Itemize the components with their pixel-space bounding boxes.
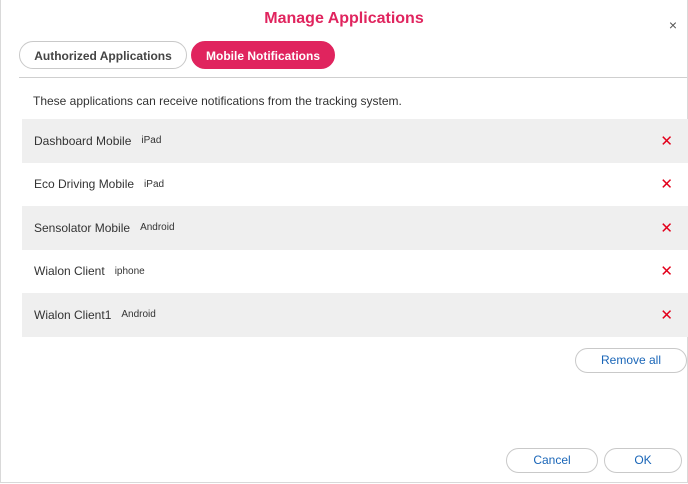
dialog-title: Manage Applications [264, 10, 424, 27]
tab-mobile-notifications[interactable]: Mobile Notifications [191, 41, 335, 69]
list-item: Wialon Client iphone ✕ [22, 249, 688, 293]
list-item: Dashboard Mobile iPad ✕ [22, 119, 688, 163]
app-name: Sensolator Mobile [34, 220, 131, 235]
delete-icon[interactable]: ✕ [660, 262, 673, 280]
app-name: Eco Driving Mobile [34, 177, 135, 192]
close-icon[interactable]: × [669, 18, 677, 32]
delete-icon[interactable]: ✕ [660, 132, 673, 150]
list-item: Wialon Client1 Android ✕ [22, 293, 688, 337]
app-platform: iPad [141, 135, 162, 147]
app-platform: Android [121, 309, 156, 321]
tab-divider [19, 77, 687, 78]
list-item: Eco Driving Mobile iPad ✕ [22, 162, 688, 206]
app-platform: Android [140, 222, 175, 234]
app-name: Dashboard Mobile [34, 133, 132, 148]
delete-icon[interactable]: ✕ [660, 175, 673, 193]
ok-button[interactable]: OK [604, 448, 682, 473]
app-name: Wialon Client [34, 264, 105, 279]
cancel-button[interactable]: Cancel [506, 448, 598, 473]
list-item: Sensolator Mobile Android ✕ [22, 206, 688, 250]
app-name: Wialon Client1 [34, 307, 112, 322]
delete-icon[interactable]: ✕ [660, 306, 673, 324]
description-text: These applications can receive notificat… [33, 94, 402, 108]
remove-all-button[interactable]: Remove all [575, 348, 687, 373]
tab-bar: Authorized Applications Mobile Notificat… [19, 41, 335, 69]
app-platform: iphone [114, 265, 145, 277]
tab-authorized-applications[interactable]: Authorized Applications [19, 41, 187, 69]
delete-icon[interactable]: ✕ [660, 219, 673, 237]
manage-applications-dialog: Manage Applications × Authorized Applica… [0, 0, 688, 483]
app-platform: iPad [144, 178, 165, 190]
applications-list: Dashboard Mobile iPad ✕ Eco Driving Mobi… [22, 119, 688, 337]
